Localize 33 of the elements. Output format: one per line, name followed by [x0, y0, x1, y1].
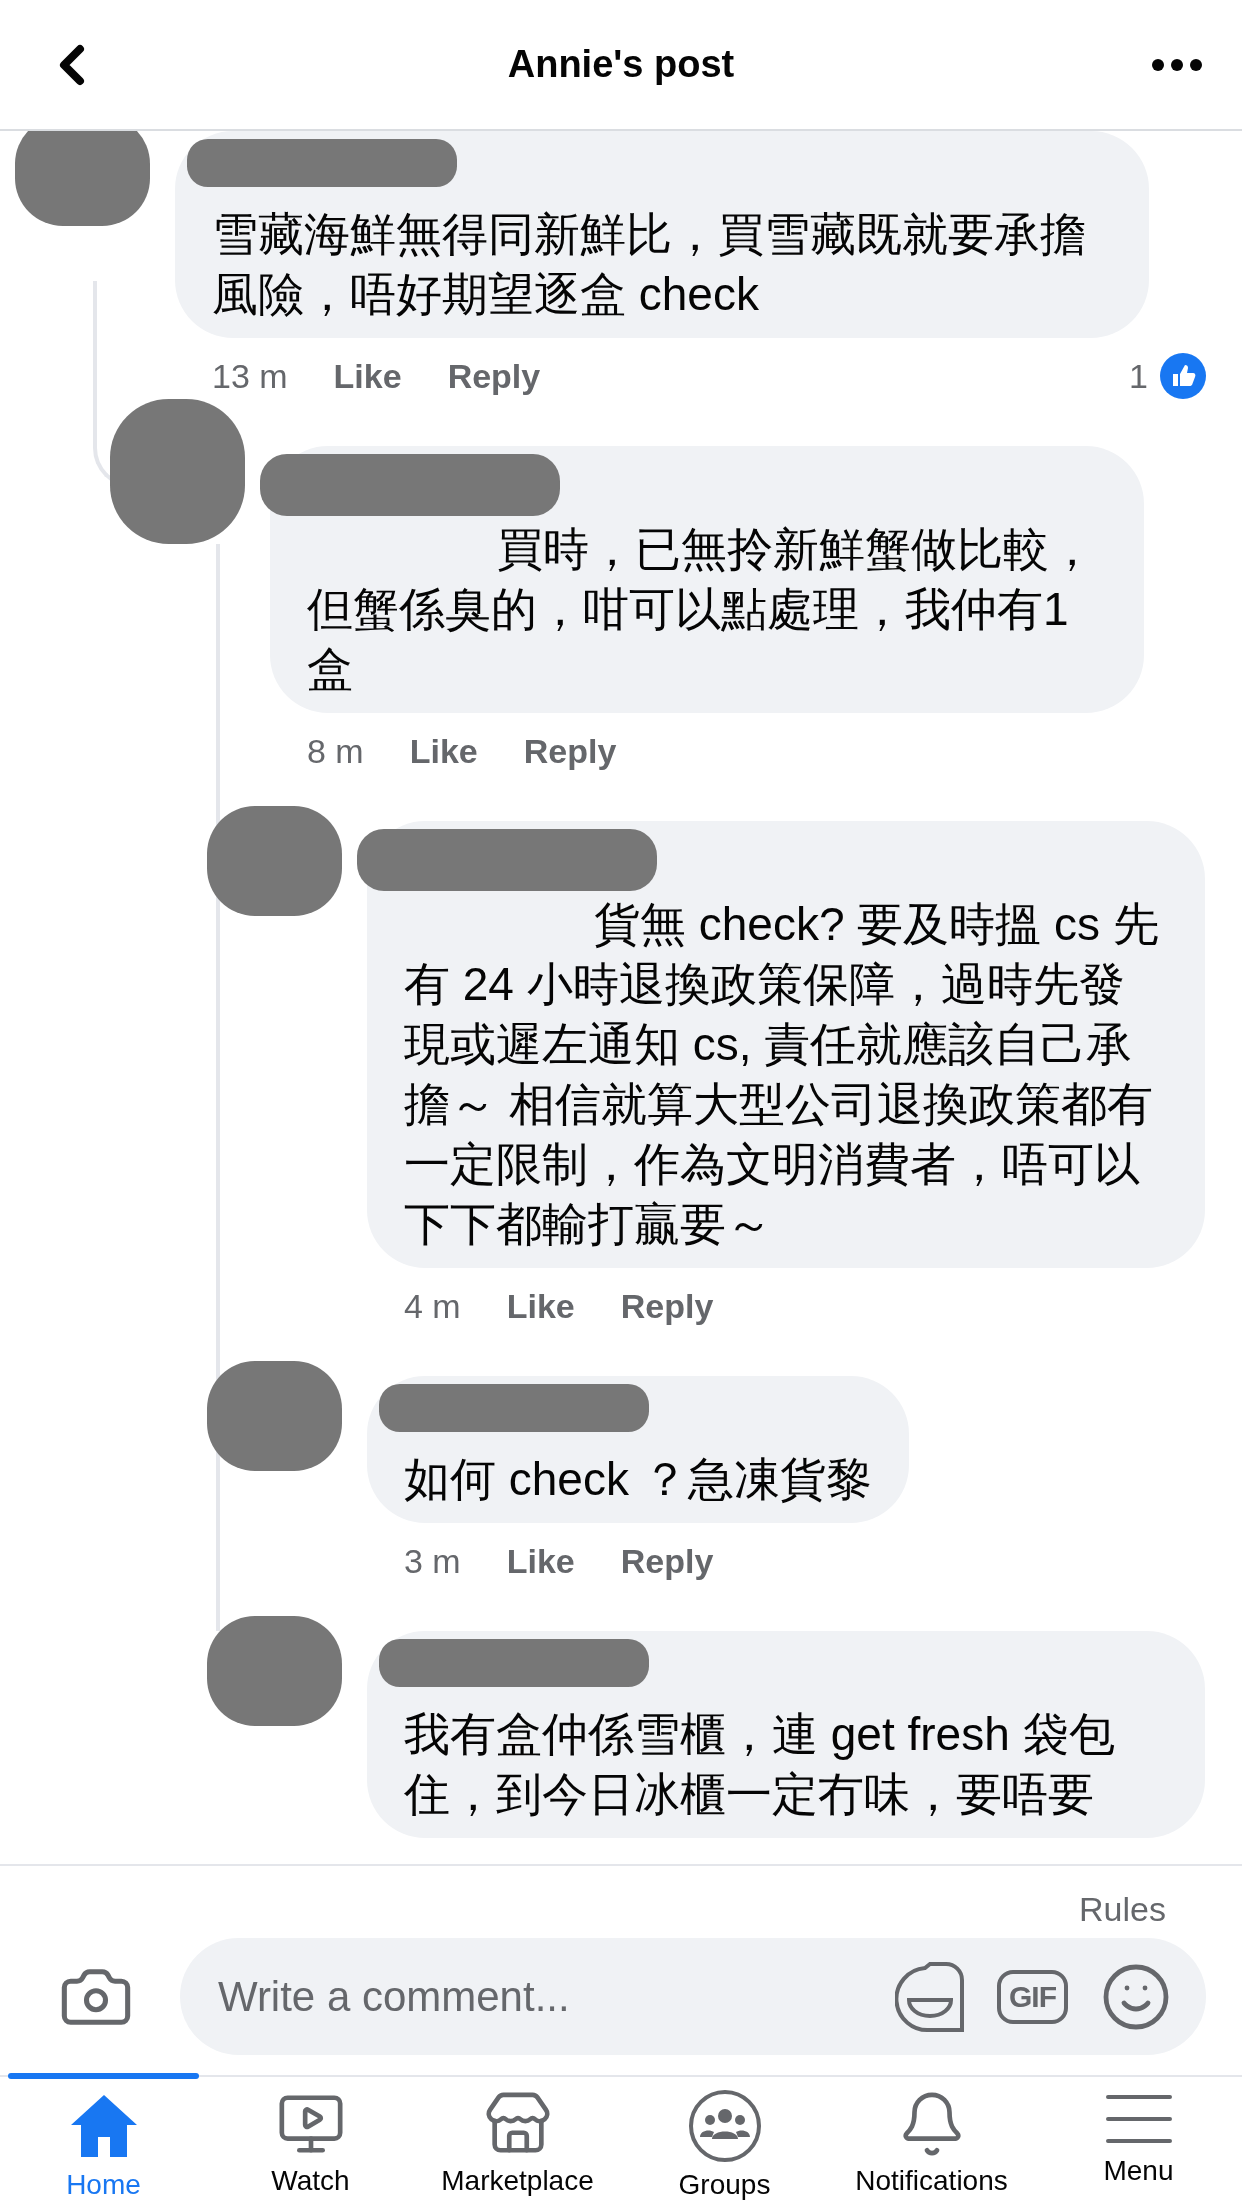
nav-tab[interactable]: Menu — [1035, 2077, 1242, 2208]
comment-field[interactable]: Write a comment... GIF — [180, 1938, 1206, 2055]
comment-text: 買時，已無拎新鮮蟹做比較，但蟹係臭的，咁可以點處理，我仲有1盒 — [307, 522, 1096, 697]
like-link[interactable]: Like — [506, 1541, 575, 1581]
reaction-count: 1 — [1129, 356, 1148, 396]
comment-text: 貨無 check? 要及時搵 cs 先有 24 小時退換政策保障，過時先發現或遲左通知 cs, 責任就應該自己承擔～ 相信就算大型公司退換政策都有一定限制，作為文明消費者，唔可以下下都輸打贏要～ — [404, 897, 1160, 1252]
more-icon — [1152, 58, 1202, 71]
groups-icon — [687, 2089, 762, 2163]
nav-tab[interactable]: Notifications — [828, 2077, 1035, 2208]
sticker-icon[interactable] — [895, 1959, 965, 2034]
comment-time: 3 m — [404, 1541, 461, 1581]
comment-text: 雪藏海鮮無得同新鮮比，買雪藏既就要承擔風險，唔好期望逐盒 check — [212, 207, 1087, 322]
more-button[interactable] — [1152, 58, 1202, 71]
nav-tab[interactable]: Watch — [207, 2077, 414, 2208]
nav-tab[interactable]: Home — [0, 2077, 207, 2208]
reply-link[interactable]: Reply — [620, 1286, 714, 1326]
nav-tab[interactable]: Groups — [621, 2077, 828, 2208]
like-link[interactable]: Like — [506, 1286, 575, 1326]
comment-time: 4 m — [404, 1286, 461, 1326]
reply-link[interactable]: Reply — [523, 731, 617, 771]
rules-link[interactable]: Rules — [1079, 1890, 1166, 1930]
comment-time: 8 m — [307, 731, 364, 771]
nav-tab[interactable]: Marketplace — [414, 2077, 621, 2208]
comment-text: 我有盒仲係雪櫃，連 get fresh 袋包住，到今日冰櫃一定冇味，要唔要 — [404, 1707, 1116, 1822]
like-link[interactable]: Like — [333, 356, 402, 396]
page-title: Annie's post — [507, 43, 735, 86]
comment-time: 13 m — [212, 356, 288, 396]
reply-link[interactable]: Reply — [447, 356, 541, 396]
reply-link[interactable]: Reply — [620, 1541, 714, 1581]
like-link[interactable]: Like — [409, 731, 478, 771]
like-icon — [1160, 353, 1206, 399]
comment-text: 如何 check ？急凍貨黎 — [404, 1452, 872, 1507]
gif-button[interactable]: GIF — [997, 1969, 1068, 2024]
